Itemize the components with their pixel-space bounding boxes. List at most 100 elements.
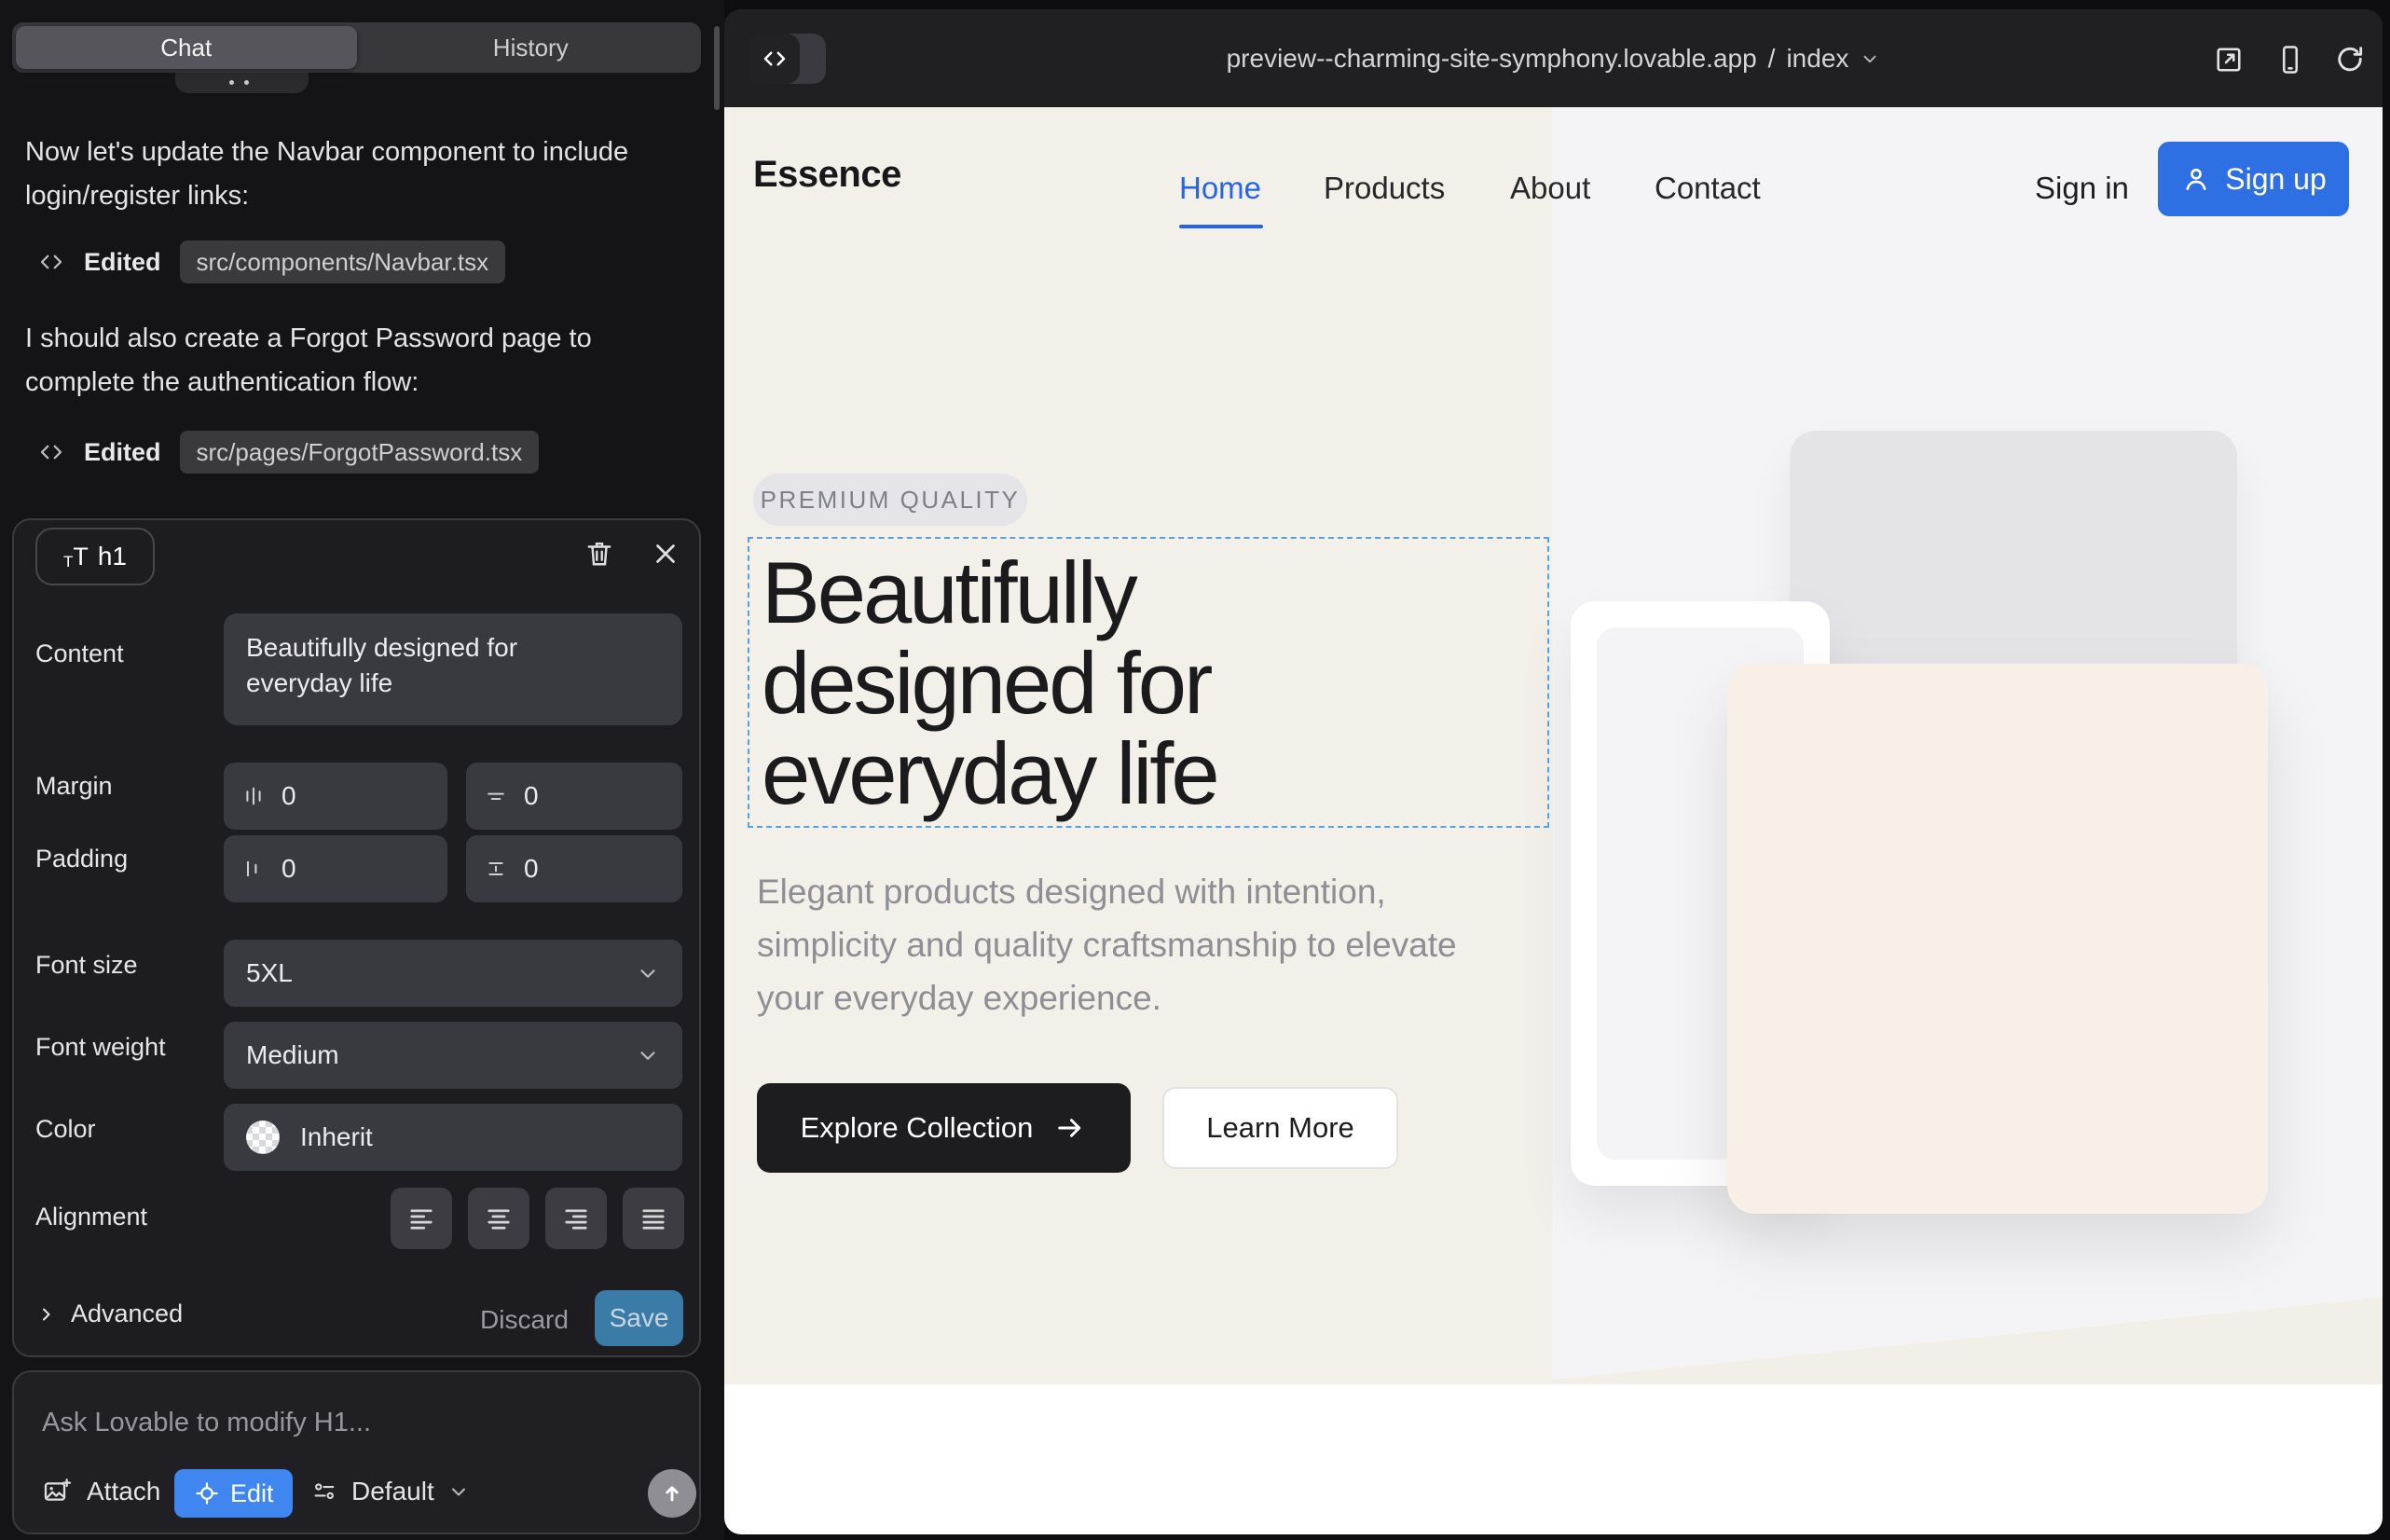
send-button[interactable] (648, 1469, 696, 1518)
site-logo[interactable]: Essence (753, 154, 901, 196)
element-tag: h1 (98, 542, 127, 571)
sidebar-tabbar: Chat History (12, 22, 701, 73)
chevron-down-icon (636, 961, 660, 985)
nav-link-home[interactable]: Home (1179, 171, 1261, 206)
edited-file-row: Edited src/pages/ForgotPassword.tsx (37, 431, 539, 474)
align-right-button[interactable] (545, 1188, 607, 1249)
sidebar-scrollbar[interactable] (714, 26, 720, 110)
margin-y-input[interactable]: 0 (466, 763, 682, 830)
align-left-button[interactable] (391, 1188, 452, 1249)
hero-headline[interactable]: Beautifully designed for everyday life (762, 547, 1217, 818)
font-weight-label: Font weight (35, 1033, 166, 1062)
delete-element-icon[interactable] (583, 535, 616, 572)
mobile-view-icon[interactable] (2273, 41, 2307, 78)
code-icon (37, 438, 65, 466)
element-tag-pill: TT h1 (35, 528, 155, 585)
arrow-right-icon (1053, 1111, 1087, 1145)
url-separator: / (1768, 44, 1776, 74)
padding-vertical-icon (485, 858, 507, 880)
chat-composer: Ask Lovable to modify H1... Attach Edit (12, 1370, 701, 1534)
chat-sidebar: Chat History Now let's update the Navbar… (0, 0, 724, 1540)
tab-history[interactable]: History (361, 22, 702, 73)
close-icon[interactable] (650, 537, 681, 571)
nav-link-contact[interactable]: Contact (1655, 171, 1761, 206)
sign-in-link[interactable]: Sign in (2035, 171, 2129, 206)
alignment-label: Alignment (35, 1203, 147, 1231)
margin-x-input[interactable]: 0 (224, 763, 447, 830)
attach-button[interactable]: Attach (42, 1477, 160, 1506)
type-icon: TT (63, 544, 89, 570)
color-label: Color (35, 1115, 96, 1144)
align-center-button[interactable] (468, 1188, 529, 1249)
chevron-down-icon (1860, 48, 1880, 69)
align-right-icon (562, 1204, 590, 1232)
edited-file-row: Edited src/components/Navbar.tsx (37, 241, 505, 283)
sign-up-button[interactable]: Sign up (2158, 142, 2349, 216)
dot-icon (244, 80, 249, 85)
dot-icon (229, 80, 234, 85)
align-justify-icon (639, 1204, 667, 1232)
font-size-select[interactable]: 5XL (224, 940, 682, 1007)
model-selector[interactable]: Default (310, 1477, 470, 1506)
model-label: Default (351, 1477, 434, 1506)
attach-label: Attach (87, 1477, 160, 1506)
open-in-new-tab-icon[interactable] (2212, 43, 2246, 76)
arrow-up-icon (658, 1479, 686, 1507)
learn-more-button[interactable]: Learn More (1162, 1087, 1398, 1169)
explore-collection-button[interactable]: Explore Collection (757, 1083, 1131, 1173)
color-select[interactable]: Inherit (224, 1104, 682, 1171)
attach-image-icon (42, 1477, 72, 1506)
edit-label: Edit (230, 1479, 274, 1508)
headline-line: Beautifully (762, 547, 1217, 638)
site-preview: Essence Home Products About Contact Sign… (724, 107, 2383, 1534)
page-selector[interactable]: index (1786, 44, 1848, 74)
font-size-label: Font size (35, 951, 138, 980)
edited-file-chip[interactable]: src/pages/ForgotPassword.tsx (180, 431, 540, 474)
hero-paragraph: Elegant products designed with intention… (757, 865, 1512, 1024)
align-justify-button[interactable] (623, 1188, 684, 1249)
discard-button[interactable]: Discard (480, 1305, 569, 1335)
padding-y-input[interactable]: 0 (466, 835, 682, 902)
nav-link-products[interactable]: Products (1324, 171, 1445, 206)
hero-badge: PREMIUM QUALITY (753, 474, 1027, 526)
url-bar[interactable]: preview--charming-site-symphony.lovable.… (724, 9, 2383, 107)
assistant-message: I should also create a Forgot Password p… (25, 317, 689, 405)
tab-chat[interactable]: Chat (16, 26, 357, 69)
color-swatch (246, 1121, 280, 1154)
refresh-icon[interactable] (2333, 43, 2367, 76)
chevron-down-icon (447, 1480, 470, 1503)
save-button[interactable]: Save (595, 1290, 683, 1346)
edited-label: Edited (84, 248, 161, 277)
padding-label: Padding (35, 845, 128, 873)
padding-x-input[interactable]: 0 (224, 835, 447, 902)
sliders-icon (310, 1478, 338, 1506)
margin-horizontal-icon (242, 785, 265, 807)
margin-label: Margin (35, 772, 113, 801)
chevron-right-icon (35, 1303, 58, 1326)
preview-browser-frame: preview--charming-site-symphony.lovable.… (724, 9, 2383, 1534)
align-left-icon (407, 1204, 435, 1232)
align-center-icon (485, 1204, 513, 1232)
advanced-toggle[interactable]: Advanced (35, 1299, 183, 1328)
composer-input[interactable]: Ask Lovable to modify H1... (42, 1408, 371, 1438)
element-editor-panel: TT h1 Content Beautifully designed for e… (12, 518, 701, 1357)
lovable-app-window: Chat History Now let's update the Navbar… (0, 0, 2390, 1540)
nav-link-about[interactable]: About (1510, 171, 1590, 206)
edited-label: Edited (84, 438, 161, 467)
font-weight-select[interactable]: Medium (224, 1022, 682, 1089)
user-icon (2180, 163, 2212, 195)
headline-line: everyday life (762, 728, 1217, 818)
content-textarea[interactable]: Beautifully designed for everyday life (224, 613, 682, 725)
edited-file-chip[interactable]: src/components/Navbar.tsx (180, 241, 506, 283)
padding-horizontal-icon (242, 858, 265, 880)
headline-line: designed for (762, 638, 1217, 728)
code-icon (37, 248, 65, 276)
assistant-message: Now let's update the Navbar component to… (25, 131, 689, 218)
target-icon (193, 1479, 221, 1507)
preview-url: preview--charming-site-symphony.lovable.… (1227, 44, 1757, 74)
edit-mode-button[interactable]: Edit (174, 1469, 293, 1518)
preview-toolbar: preview--charming-site-symphony.lovable.… (724, 9, 2383, 107)
content-label: Content (35, 639, 124, 668)
nav-active-underline (1179, 225, 1263, 228)
cta-primary-label: Explore Collection (801, 1111, 1034, 1145)
